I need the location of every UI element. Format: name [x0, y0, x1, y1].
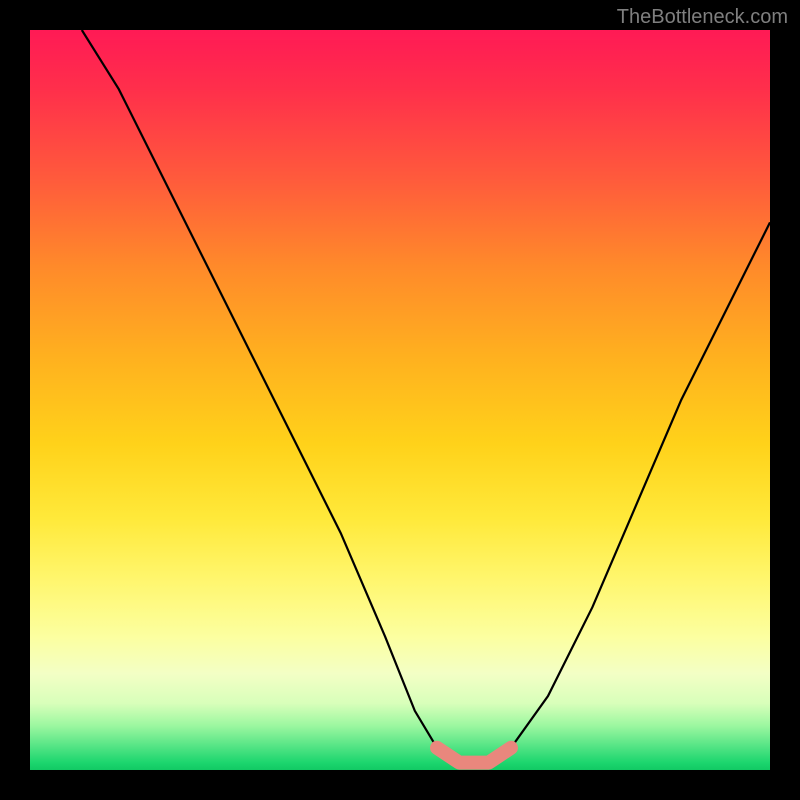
line-chart	[30, 30, 770, 770]
watermark-text: TheBottleneck.com	[617, 6, 788, 29]
curve-path	[82, 30, 770, 763]
chart-container: TheBottleneck.com	[0, 0, 800, 800]
highlight-path	[437, 748, 511, 763]
plot-area	[30, 30, 770, 770]
